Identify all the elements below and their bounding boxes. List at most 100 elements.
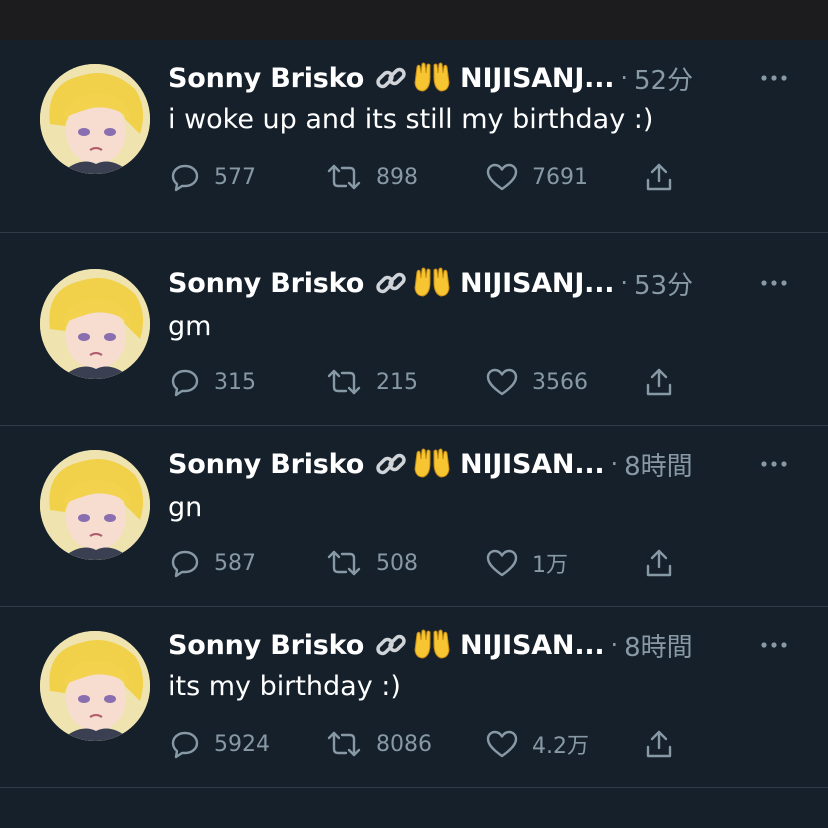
author-name[interactable]: Sonny Brisko xyxy=(168,630,364,661)
share-button[interactable] xyxy=(644,365,674,399)
raised-hands-emoji xyxy=(414,62,450,92)
heart-icon xyxy=(486,549,518,577)
reply-icon xyxy=(171,164,199,192)
tweet-text: its my birthday :) xyxy=(168,671,401,702)
timestamp[interactable]: 8時間 xyxy=(624,446,693,483)
tweet[interactable]: Sonny Brisko NIJISAN... · 8時間 xyxy=(0,426,828,607)
tweet-actions: 587 508 1万 xyxy=(168,546,688,580)
tweet-actions: 5924 8086 4.2万 xyxy=(168,727,688,761)
more-options-icon[interactable] xyxy=(760,635,788,655)
tweet-header: Sonny Brisko NIJISAN... · 8時間 xyxy=(168,446,788,482)
reply-button[interactable]: 577 xyxy=(170,160,256,194)
reply-button[interactable]: 315 xyxy=(170,365,256,399)
timestamp[interactable]: 8時間 xyxy=(624,627,693,664)
avatar-image xyxy=(40,631,150,741)
like-button[interactable]: 1万 xyxy=(486,546,568,580)
author-handle[interactable]: NIJISAN... xyxy=(460,449,605,480)
like-count: 4.2万 xyxy=(532,734,589,759)
share-button[interactable] xyxy=(644,727,674,761)
reply-count: 587 xyxy=(214,550,256,576)
reply-icon xyxy=(171,369,199,397)
reply-icon xyxy=(171,731,199,759)
more-options-icon[interactable] xyxy=(760,68,788,88)
retweet-button[interactable]: 215 xyxy=(326,365,418,399)
reply-button[interactable]: 5924 xyxy=(170,727,270,761)
reply-button[interactable]: 587 xyxy=(170,546,256,580)
retweet-button[interactable]: 898 xyxy=(326,160,418,194)
name-badges xyxy=(374,447,452,481)
like-button[interactable]: 4.2万 xyxy=(486,727,589,761)
heart-icon xyxy=(486,730,518,758)
author-name[interactable]: Sonny Brisko xyxy=(168,63,364,94)
share-button[interactable] xyxy=(644,546,674,580)
link-icon xyxy=(376,67,406,89)
avatar[interactable] xyxy=(40,450,150,560)
tweet-actions: 577 898 7691 xyxy=(168,160,688,194)
retweet-button[interactable]: 508 xyxy=(326,546,418,580)
name-badges xyxy=(374,266,452,300)
retweet-icon xyxy=(327,550,361,576)
avatar[interactable] xyxy=(40,631,150,741)
reply-count: 315 xyxy=(214,369,256,395)
avatar-image xyxy=(40,450,150,560)
avatar[interactable] xyxy=(40,269,150,379)
tweet-text: i woke up and its still my birthday :) xyxy=(168,104,654,135)
share-icon xyxy=(646,368,672,396)
separator: · xyxy=(610,631,619,659)
reply-count: 577 xyxy=(214,164,256,190)
tweet-text: gm xyxy=(168,311,212,342)
timestamp[interactable]: 52分 xyxy=(634,60,693,97)
share-icon xyxy=(646,549,672,577)
retweet-icon xyxy=(327,731,361,757)
like-count: 3566 xyxy=(532,369,588,395)
timeline: Sonny Brisko NIJISANJ... · 52分 i woke up… xyxy=(0,0,828,828)
reply-icon xyxy=(171,550,199,578)
separator: · xyxy=(620,64,628,92)
avatar-image xyxy=(40,64,150,174)
author-name[interactable]: Sonny Brisko xyxy=(168,449,364,480)
share-icon xyxy=(646,163,672,191)
tweet-header: Sonny Brisko NIJISANJ... · 52分 xyxy=(168,60,788,96)
more-options-icon[interactable] xyxy=(760,273,788,293)
separator: · xyxy=(610,450,619,478)
like-count: 1万 xyxy=(532,553,568,578)
retweet-count: 508 xyxy=(376,550,418,576)
retweet-count: 898 xyxy=(376,164,418,190)
avatar-image xyxy=(40,269,150,379)
tweet[interactable]: Sonny Brisko NIJISANJ... · 53分 gm 315 21… xyxy=(0,233,828,426)
tweet[interactable]: Sonny Brisko NIJISANJ... · 52分 i woke up… xyxy=(0,40,828,233)
timestamp[interactable]: 53分 xyxy=(634,265,693,302)
retweet-icon xyxy=(327,369,361,395)
like-count: 7691 xyxy=(532,164,588,190)
link-icon xyxy=(376,453,406,475)
retweet-count: 8086 xyxy=(376,731,432,757)
raised-hands-emoji xyxy=(414,629,450,659)
link-icon xyxy=(376,634,406,656)
retweet-count: 215 xyxy=(376,369,418,395)
tweet-header: Sonny Brisko NIJISAN... · 8時間 xyxy=(168,627,788,663)
name-badges xyxy=(374,61,452,95)
tweet-actions: 315 215 3566 xyxy=(168,365,688,399)
raised-hands-emoji xyxy=(414,267,450,297)
tweet[interactable]: Sonny Brisko NIJISAN... · 8時間 xyxy=(0,607,828,788)
heart-icon xyxy=(486,163,518,191)
share-icon xyxy=(646,730,672,758)
avatar[interactable] xyxy=(40,64,150,174)
top-bar xyxy=(0,0,828,40)
author-handle[interactable]: NIJISANJ... xyxy=(460,63,614,94)
author-handle[interactable]: NIJISANJ... xyxy=(460,268,614,299)
retweet-icon xyxy=(327,164,361,190)
separator: · xyxy=(620,269,628,297)
tweet-header: Sonny Brisko NIJISANJ... · 53分 xyxy=(168,265,788,301)
more-options-icon[interactable] xyxy=(760,454,788,474)
link-icon xyxy=(376,272,406,294)
name-badges xyxy=(374,628,452,662)
like-button[interactable]: 3566 xyxy=(486,365,588,399)
like-button[interactable]: 7691 xyxy=(486,160,588,194)
retweet-button[interactable]: 8086 xyxy=(326,727,432,761)
share-button[interactable] xyxy=(644,160,674,194)
reply-count: 5924 xyxy=(214,731,270,757)
author-name[interactable]: Sonny Brisko xyxy=(168,268,364,299)
tweet-text: gn xyxy=(168,492,203,523)
author-handle[interactable]: NIJISAN... xyxy=(460,630,605,661)
